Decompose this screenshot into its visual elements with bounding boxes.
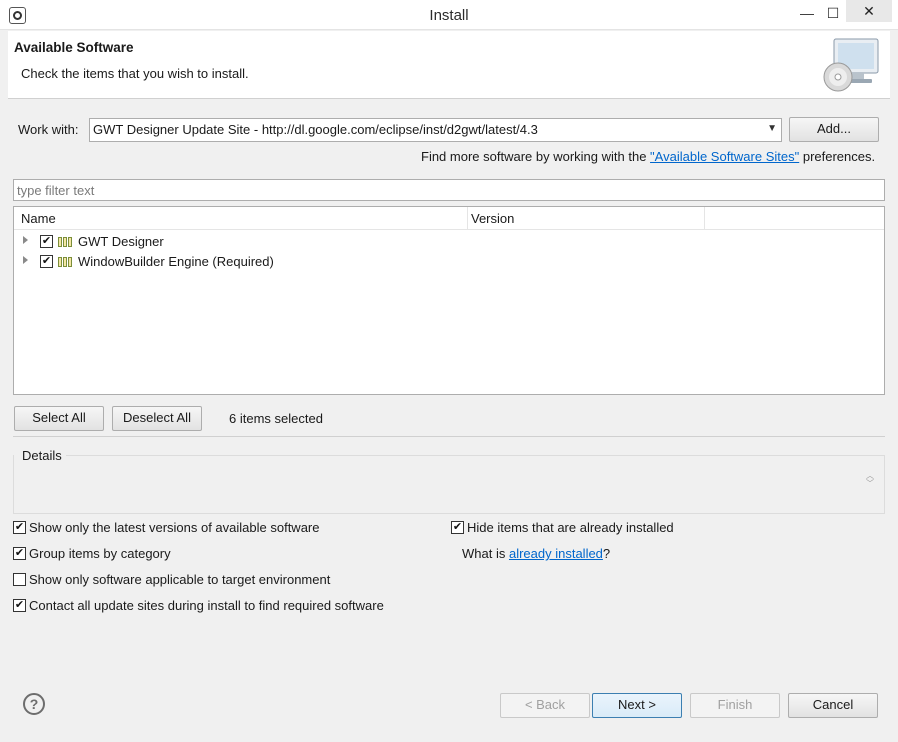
- filter-input[interactable]: [14, 180, 884, 200]
- title-bar: Install — ☐ ✕: [0, 0, 898, 30]
- feature-icon: [58, 237, 72, 247]
- target-environment-label[interactable]: Show only software applicable to target …: [29, 572, 330, 587]
- column-separator[interactable]: [467, 207, 468, 230]
- details-corner: [13, 455, 14, 456]
- next-button[interactable]: Next >: [592, 693, 682, 718]
- column-header-version[interactable]: Version: [471, 211, 514, 226]
- row-checkbox[interactable]: ✔: [40, 255, 53, 268]
- column-separator[interactable]: [704, 207, 705, 230]
- feature-icon: [58, 257, 72, 267]
- install-wizard-banner-icon: [823, 38, 879, 92]
- details-label: Details: [22, 448, 62, 463]
- column-header-name[interactable]: Name: [21, 211, 56, 226]
- selection-status: 6 items selected: [229, 411, 323, 426]
- add-site-button[interactable]: Add...: [789, 117, 879, 142]
- tree-header: Name Version: [14, 207, 884, 230]
- what-is-prefix: What is: [462, 546, 509, 561]
- details-scroll-arrows[interactable]: ︿ ﹀: [866, 472, 874, 488]
- work-with-label: Work with:: [18, 122, 79, 137]
- row-name: GWT Designer: [78, 234, 164, 249]
- wizard-header: Available Software Check the items that …: [8, 31, 890, 99]
- close-button[interactable]: ✕: [846, 0, 892, 22]
- already-installed-link[interactable]: already installed: [509, 546, 603, 561]
- find-more-suffix: preferences.: [799, 149, 876, 164]
- tree-row[interactable]: ✔ WindowBuilder Engine (Required): [14, 252, 884, 272]
- what-is-suffix: ?: [602, 546, 611, 561]
- available-software-sites-link[interactable]: "Available Software Sites": [650, 149, 799, 164]
- details-group-border: [66, 455, 885, 456]
- work-with-combo[interactable]: GWT Designer Update Site - http://dl.goo…: [89, 118, 782, 142]
- minimize-button[interactable]: —: [794, 2, 820, 24]
- page-title: Available Software: [14, 40, 134, 55]
- select-all-button[interactable]: Select All: [14, 406, 104, 431]
- latest-versions-label[interactable]: Show only the latest versions of availab…: [29, 520, 320, 535]
- contact-update-sites-label[interactable]: Contact all update sites during install …: [29, 598, 384, 613]
- software-tree[interactable]: Name Version ✔ GWT Designer ✔ WindowBuil…: [13, 206, 885, 395]
- latest-versions-checkbox[interactable]: ✔: [13, 521, 26, 534]
- hide-installed-checkbox[interactable]: ✔: [451, 521, 464, 534]
- cancel-button[interactable]: Cancel: [788, 693, 878, 718]
- group-by-category-checkbox[interactable]: ✔: [13, 547, 26, 560]
- tree-row[interactable]: ✔ GWT Designer: [14, 232, 884, 252]
- find-more-prefix: Find more software by working with the: [421, 149, 651, 164]
- find-more-text: Find more software by working with the "…: [421, 149, 875, 164]
- filter-field[interactable]: [13, 179, 885, 201]
- expand-arrow-icon[interactable]: [23, 236, 28, 244]
- deselect-all-button[interactable]: Deselect All: [112, 406, 202, 431]
- target-environment-checkbox[interactable]: [13, 573, 26, 586]
- expand-arrow-icon[interactable]: [23, 256, 28, 264]
- finish-button[interactable]: Finish: [690, 693, 780, 718]
- row-name: WindowBuilder Engine (Required): [78, 254, 274, 269]
- group-by-category-label[interactable]: Group items by category: [29, 546, 171, 561]
- back-button[interactable]: < Back: [500, 693, 590, 718]
- help-icon[interactable]: ?: [23, 693, 45, 715]
- separator: [13, 436, 885, 437]
- details-group: [13, 455, 885, 514]
- hide-installed-label[interactable]: Hide items that are already installed: [467, 520, 674, 535]
- contact-update-sites-checkbox[interactable]: ✔: [13, 599, 26, 612]
- work-with-value: GWT Designer Update Site - http://dl.goo…: [93, 122, 538, 137]
- page-message: Check the items that you wish to install…: [21, 66, 249, 81]
- maximize-button[interactable]: ☐: [820, 2, 846, 24]
- chevron-down-icon[interactable]: ▼: [767, 123, 777, 134]
- what-is-installed-text: What is already installed?: [462, 546, 610, 561]
- window-title: Install: [429, 7, 469, 24]
- row-checkbox[interactable]: ✔: [40, 235, 53, 248]
